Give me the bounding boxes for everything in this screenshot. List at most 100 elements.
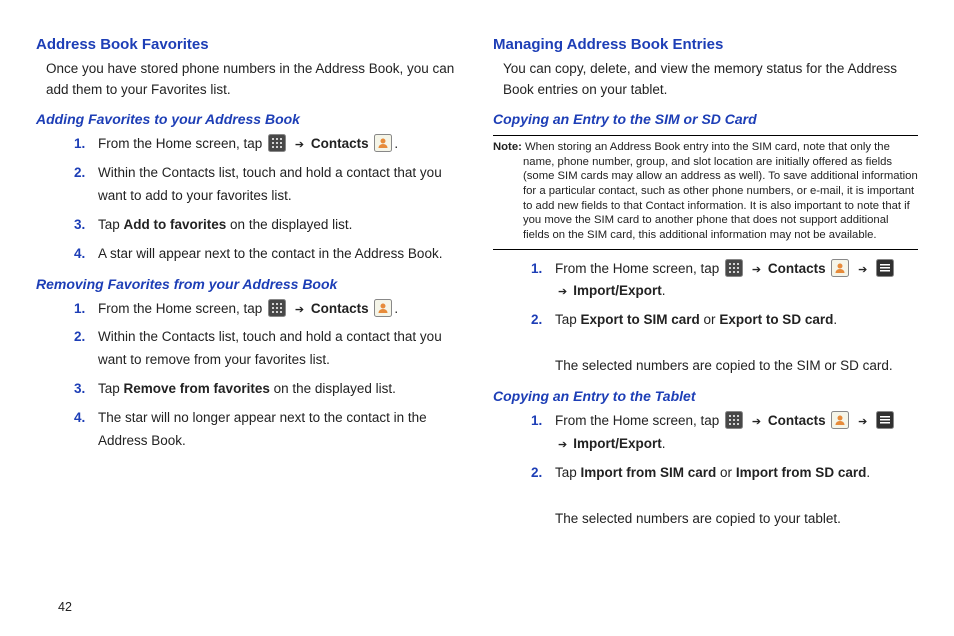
step: 3. Tap Remove from favorites on the disp… (74, 378, 461, 401)
step-body: From the Home screen, tap ➔ Contacts . (98, 298, 461, 321)
arrow-icon: ➔ (555, 439, 573, 451)
step-body: The star will no longer appear next to t… (98, 407, 461, 453)
step-body: A star will appear next to the contact i… (98, 243, 461, 266)
left-column: Address Book Favorites Once you have sto… (36, 36, 461, 600)
text: Tap (98, 217, 124, 232)
step-body: Tap Import from SIM card or Import from … (555, 462, 918, 531)
action-label: Remove from favorites (124, 381, 270, 396)
subheading-copying-sim-sd: Copying an Entry to the SIM or SD Card (493, 111, 918, 127)
arrow-icon: ➔ (749, 264, 764, 276)
step-number: 3. (74, 214, 88, 237)
steps-adding-favorites: 1. From the Home screen, tap ➔ Contacts … (36, 133, 461, 266)
step-body: Tap Export to SIM card or Export to SD c… (555, 309, 918, 378)
step: 1. From the Home screen, tap ➔ Contacts … (74, 298, 461, 321)
arrow-icon: ➔ (749, 416, 764, 428)
text: Tap (555, 312, 581, 327)
action-label: Add to favorites (124, 217, 227, 232)
steps-copy-tablet: 1. From the Home screen, tap ➔ Contacts … (493, 410, 918, 531)
text: From the Home screen, tap (555, 261, 723, 276)
import-export-label: Import/Export (573, 283, 662, 298)
step: 3. Tap Add to favorites on the displayed… (74, 214, 461, 237)
arrow-icon: ➔ (292, 139, 307, 151)
step-number: 1. (531, 410, 545, 433)
step-body: Tap Remove from favorites on the display… (98, 378, 461, 401)
step-number: 1. (74, 298, 88, 321)
result-text: The selected numbers are copied to the S… (555, 358, 893, 373)
step: 1. From the Home screen, tap ➔ Contacts … (531, 258, 918, 304)
step-number: 1. (531, 258, 545, 281)
contacts-label: Contacts (311, 301, 369, 316)
text: From the Home screen, tap (555, 413, 723, 428)
step-body: From the Home screen, tap ➔ Contacts ➔ ➔… (555, 258, 918, 304)
text: Tap (555, 465, 581, 480)
heading-address-book-favorites: Address Book Favorites (36, 36, 461, 53)
arrow-icon: ➔ (555, 286, 573, 298)
step-body: From the Home screen, tap ➔ Contacts . (98, 133, 461, 156)
step-number: 1. (74, 133, 88, 156)
step: 2. Within the Contacts list, touch and h… (74, 326, 461, 372)
text: or (716, 465, 736, 480)
apps-icon (725, 411, 743, 429)
contacts-icon (831, 259, 849, 277)
step-number: 2. (74, 326, 88, 349)
steps-removing-favorites: 1. From the Home screen, tap ➔ Contacts … (36, 298, 461, 454)
step-body: From the Home screen, tap ➔ Contacts ➔ ➔… (555, 410, 918, 456)
text: . (866, 465, 870, 480)
subheading-adding-favorites: Adding Favorites to your Address Book (36, 111, 461, 127)
step-number: 4. (74, 243, 88, 266)
step: 1. From the Home screen, tap ➔ Contacts … (531, 410, 918, 456)
contacts-label: Contacts (768, 261, 826, 276)
arrow-icon: ➔ (855, 416, 870, 428)
text: . (394, 301, 398, 316)
text: From the Home screen, tap (98, 136, 266, 151)
apps-icon (268, 299, 286, 317)
intro-managing: You can copy, delete, and view the memor… (503, 59, 918, 101)
note-text: When storing an Address Book entry into … (522, 141, 918, 241)
arrow-icon: ➔ (855, 264, 870, 276)
text: . (833, 312, 837, 327)
contacts-icon (831, 411, 849, 429)
intro-favorites: Once you have stored phone numbers in th… (46, 59, 461, 101)
action-label: Export to SD card (719, 312, 833, 327)
step-number: 3. (74, 378, 88, 401)
heading-managing-entries: Managing Address Book Entries (493, 36, 918, 53)
steps-copy-sim-sd: 1. From the Home screen, tap ➔ Contacts … (493, 258, 918, 379)
contacts-label: Contacts (768, 413, 826, 428)
text: . (662, 436, 666, 451)
step: 2. Tap Export to SIM card or Export to S… (531, 309, 918, 378)
action-label: Import from SD card (736, 465, 867, 480)
step: 1. From the Home screen, tap ➔ Contacts … (74, 133, 461, 156)
step-number: 2. (531, 462, 545, 485)
subheading-copying-tablet: Copying an Entry to the Tablet (493, 388, 918, 404)
step: 4. A star will appear next to the contac… (74, 243, 461, 266)
step: 2. Within the Contacts list, touch and h… (74, 162, 461, 208)
action-label: Import from SIM card (581, 465, 717, 480)
contacts-icon (374, 299, 392, 317)
step-number: 2. (74, 162, 88, 185)
contacts-label: Contacts (311, 136, 369, 151)
text: Tap (98, 381, 124, 396)
page-number: 42 (0, 600, 954, 614)
contacts-icon (374, 134, 392, 152)
note-content: Note: When storing an Address Book entry… (493, 140, 918, 243)
text: on the displayed list. (270, 381, 396, 396)
subheading-removing-favorites: Removing Favorites from your Address Boo… (36, 276, 461, 292)
action-label: Export to SIM card (581, 312, 700, 327)
step-number: 4. (74, 407, 88, 430)
step-body: Within the Contacts list, touch and hold… (98, 326, 461, 372)
text: . (394, 136, 398, 151)
text: . (662, 283, 666, 298)
note-label: Note: (493, 141, 522, 153)
menu-icon (876, 411, 894, 429)
apps-icon (268, 134, 286, 152)
note-box: Note: When storing an Address Book entry… (493, 135, 918, 250)
text: or (700, 312, 720, 327)
result-text: The selected numbers are copied to your … (555, 511, 841, 526)
step: 4. The star will no longer appear next t… (74, 407, 461, 453)
step-body: Within the Contacts list, touch and hold… (98, 162, 461, 208)
text: From the Home screen, tap (98, 301, 266, 316)
right-column: Managing Address Book Entries You can co… (493, 36, 918, 600)
step: 2. Tap Import from SIM card or Import fr… (531, 462, 918, 531)
step-body: Tap Add to favorites on the displayed li… (98, 214, 461, 237)
step-number: 2. (531, 309, 545, 332)
